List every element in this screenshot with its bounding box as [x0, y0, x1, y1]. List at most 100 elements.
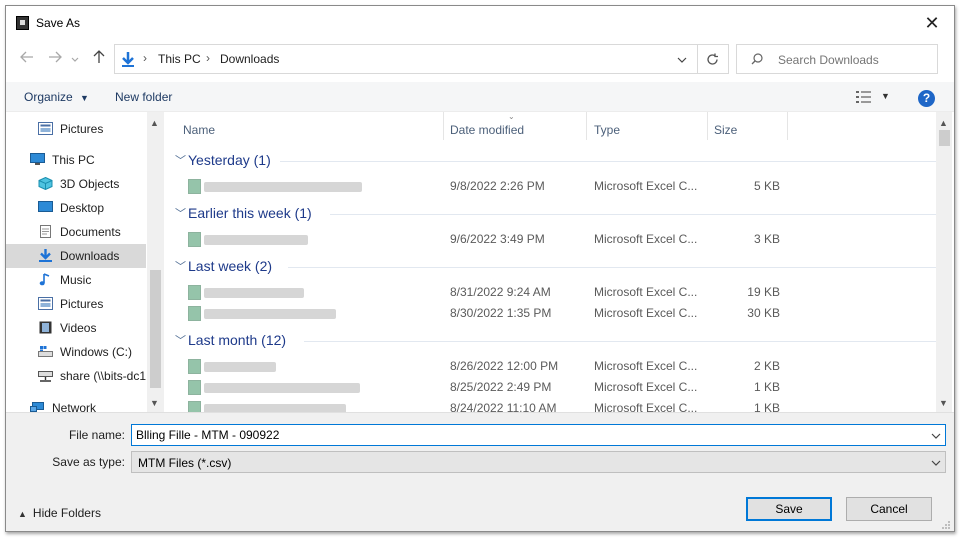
search-input[interactable]	[778, 53, 928, 67]
file-name-redacted	[204, 362, 276, 372]
new-folder-button[interactable]: New folder	[115, 90, 172, 104]
search-box[interactable]	[736, 44, 938, 74]
nav-scrollbar[interactable]: ▲ ▼	[147, 112, 164, 412]
file-size: 2 KB	[753, 359, 780, 373]
breadcrumb-this-pc[interactable]: This PC	[158, 52, 201, 66]
group-header-last-month[interactable]: ﹀ Last month (12)	[168, 330, 938, 352]
organize-label: Organize	[24, 90, 73, 104]
file-list-scrollbar[interactable]: ▲ ▼	[936, 112, 952, 412]
pictures-icon	[38, 297, 53, 310]
refresh-icon	[707, 53, 718, 65]
file-name-redacted	[204, 404, 346, 412]
group-header-yesterday[interactable]: ﹀ Yesterday (1)	[168, 150, 938, 172]
file-date: 9/6/2022 3:49 PM	[450, 232, 545, 246]
navigation-pane: Pictures This PC 3D Objects Desktop Docu…	[6, 112, 164, 412]
address-bar[interactable]: › This PC › Downloads	[114, 44, 698, 74]
nav-item-music[interactable]: Music	[6, 268, 146, 292]
nav-item-label: Pictures	[60, 297, 104, 311]
group-header-last-week[interactable]: ﹀ Last week (2)	[168, 256, 938, 278]
file-row[interactable]: 8/24/2022 11:10 AM Microsoft Excel C... …	[168, 398, 938, 412]
help-button[interactable]: ?	[918, 90, 935, 107]
hide-folders-label: Hide Folders	[32, 506, 101, 520]
downloads-icon	[122, 52, 134, 67]
file-row[interactable]: 8/31/2022 9:24 AM Microsoft Excel C... 1…	[168, 282, 938, 303]
save-button[interactable]: Save	[746, 497, 832, 521]
scroll-up-icon[interactable]: ▲	[150, 118, 159, 128]
nav-item-pictures-quick[interactable]: Pictures	[6, 117, 146, 141]
file-date: 8/24/2022 11:10 AM	[450, 401, 557, 412]
column-header-type[interactable]: Type	[587, 112, 708, 140]
nav-item-this-pc[interactable]: This PC	[6, 148, 146, 172]
nav-item-documents[interactable]: Documents	[6, 220, 146, 244]
up-button[interactable]	[88, 49, 110, 69]
window-title: Save As	[36, 16, 81, 30]
sort-chevron-icon: ⌄	[508, 112, 515, 121]
file-size: 1 KB	[753, 401, 780, 412]
group-divider	[288, 267, 938, 268]
nav-item-network[interactable]: Network	[6, 396, 146, 412]
file-type: Microsoft Excel C...	[594, 401, 698, 412]
group-header-earlier-this-week[interactable]: ﹀ Earlier this week (1)	[168, 203, 938, 225]
forward-button[interactable]	[44, 49, 66, 69]
nav-item-desktop[interactable]: Desktop	[6, 196, 146, 220]
nav-item-pictures[interactable]: Pictures	[6, 292, 146, 316]
file-row[interactable]: 9/8/2022 2:26 PM Microsoft Excel C... 5 …	[168, 176, 938, 197]
scroll-thumb[interactable]	[939, 130, 950, 146]
column-header-size[interactable]: Size	[708, 112, 788, 140]
group-label: Last month (12)	[188, 332, 287, 348]
nav-item-label: Music	[60, 273, 92, 287]
details-view-icon	[856, 91, 871, 103]
nav-item-label: Videos	[60, 321, 97, 335]
pictures-icon	[38, 122, 53, 135]
chevron-down-icon: ﹀	[175, 208, 186, 220]
view-options-button[interactable]: ▼	[855, 90, 895, 106]
nav-item-label: Network	[52, 401, 97, 412]
file-row[interactable]: 8/25/2022 2:49 PM Microsoft Excel C... 1…	[168, 377, 938, 398]
file-date: 9/8/2022 2:26 PM	[450, 179, 545, 193]
nav-item-3d-objects[interactable]: 3D Objects	[6, 172, 146, 196]
forward-arrow-icon	[49, 51, 62, 63]
chevron-down-icon[interactable]	[931, 431, 941, 441]
search-icon	[751, 53, 763, 65]
cancel-button[interactable]: Cancel	[846, 497, 932, 521]
column-header-date-modified[interactable]: Date modified	[444, 112, 587, 140]
close-button[interactable]: ✕	[918, 10, 946, 36]
chevron-up-icon: ▲	[18, 509, 27, 519]
refresh-button[interactable]	[697, 44, 729, 74]
save-as-type-select[interactable]: MTM Files (*.csv)	[131, 451, 946, 473]
file-row[interactable]: 8/30/2022 1:35 PM Microsoft Excel C... 3…	[168, 303, 938, 324]
file-list: Name Date modified ⌄ Type Size ﹀ Yesterd…	[168, 112, 938, 412]
back-button[interactable]	[16, 49, 38, 69]
organize-menu[interactable]: Organize ▼	[24, 90, 89, 104]
breadcrumb-downloads[interactable]: Downloads	[220, 52, 279, 66]
nav-item-label: 3D Objects	[60, 177, 120, 191]
command-bar: Organize ▼ New folder ▼ ?	[6, 82, 954, 112]
address-dropdown-icon[interactable]	[677, 54, 687, 68]
breadcrumb-separator: ›	[143, 51, 147, 65]
scroll-down-icon[interactable]: ▼	[939, 398, 948, 408]
scroll-up-icon[interactable]: ▲	[939, 118, 948, 128]
scroll-thumb[interactable]	[150, 270, 161, 388]
nav-item-label: share (\\bits-dc1	[60, 369, 147, 383]
file-name-field[interactable]	[131, 424, 946, 446]
nav-item-downloads[interactable]: Downloads	[6, 244, 146, 268]
resize-grip-icon[interactable]	[941, 520, 951, 530]
caret-down-icon: ▼	[881, 91, 890, 101]
recent-locations-button[interactable]	[68, 49, 82, 69]
scroll-down-icon[interactable]: ▼	[150, 398, 159, 408]
excel-file-icon	[188, 232, 201, 247]
downloads-icon	[39, 249, 52, 262]
file-row[interactable]: 8/26/2022 12:00 PM Microsoft Excel C... …	[168, 356, 938, 377]
file-date: 8/30/2022 1:35 PM	[450, 306, 552, 320]
file-row[interactable]: 9/6/2022 3:49 PM Microsoft Excel C... 3 …	[168, 229, 938, 250]
column-header-name[interactable]: Name	[168, 112, 444, 140]
file-date: 8/25/2022 2:49 PM	[450, 380, 552, 394]
nav-item-share[interactable]: share (\\bits-dc1	[6, 364, 146, 388]
file-name-input[interactable]	[136, 428, 916, 442]
nav-item-videos[interactable]: Videos	[6, 316, 146, 340]
nav-item-label: Downloads	[60, 249, 120, 263]
nav-item-windows-c[interactable]: Windows (C:)	[6, 340, 146, 364]
hide-folders-button[interactable]: ▲ Hide Folders	[18, 506, 101, 520]
network-icon	[30, 402, 44, 412]
excel-file-icon	[188, 306, 201, 321]
